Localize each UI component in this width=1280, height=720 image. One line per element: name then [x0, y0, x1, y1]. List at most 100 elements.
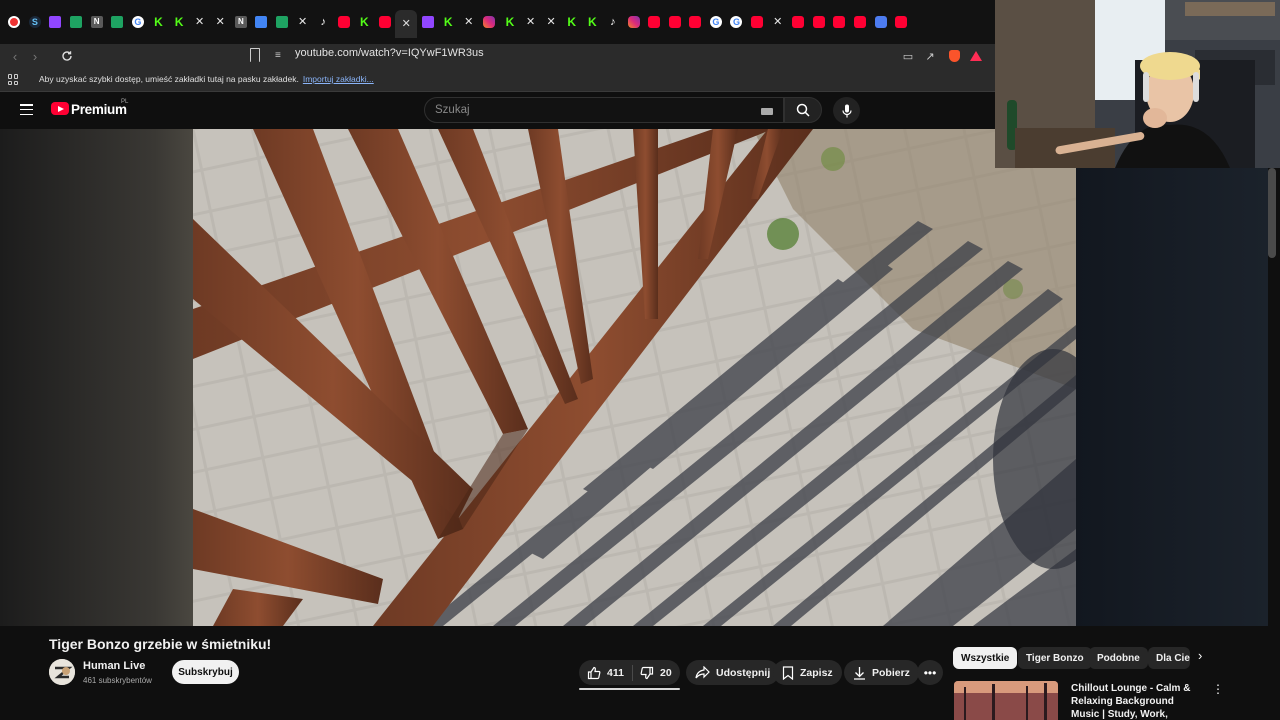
browser-tab[interactable]: ✕ — [189, 8, 210, 36]
recommendation-menu-icon[interactable]: ⋮ — [1212, 682, 1224, 696]
youtube-brand[interactable]: Premium — [71, 102, 127, 117]
browser-tab[interactable] — [850, 8, 871, 36]
browser-tab[interactable]: G — [706, 8, 727, 36]
webcam-overlay — [995, 0, 1280, 168]
bookmark-icon[interactable] — [250, 48, 260, 62]
like-button[interactable]: 411 — [579, 666, 632, 680]
download-button[interactable]: Pobierz — [844, 660, 919, 685]
browser-tab[interactable]: S — [25, 8, 46, 36]
browser-tab[interactable] — [417, 8, 438, 36]
browser-tab[interactable] — [891, 8, 912, 36]
youtube-logo-icon[interactable] — [51, 102, 69, 115]
kick-icon: K — [567, 15, 577, 29]
menu-icon[interactable] — [20, 104, 33, 115]
browser-tab[interactable]: ✕ — [767, 8, 788, 36]
browser-tab[interactable] — [870, 8, 891, 36]
recommendation-thumbnail[interactable] — [954, 681, 1058, 720]
browser-tab[interactable] — [644, 8, 665, 36]
recommendation-title[interactable]: Chillout Lounge - Calm & Relaxing Backgr… — [1071, 682, 1197, 720]
apps-grid-icon[interactable] — [8, 74, 19, 85]
browser-tab[interactable] — [809, 8, 830, 36]
forward-arrow-icon[interactable]: › — [26, 47, 44, 65]
save-button[interactable]: Zapisz — [773, 660, 842, 685]
bookmarks-prompt: Aby uzyskać szybki dostęp, umieść zakład… — [39, 74, 374, 84]
browser-tab[interactable]: K — [169, 8, 190, 36]
browser-tab[interactable]: K — [148, 8, 169, 36]
url-text[interactable]: youtube.com/watch?v=IQYwF1WR3us — [295, 47, 484, 59]
yt-icon — [751, 16, 764, 28]
chevron-right-icon[interactable]: › — [1198, 648, 1202, 663]
browser-tab[interactable] — [829, 8, 850, 36]
chip-tiger-bonzo[interactable]: Tiger Bonzo — [1018, 647, 1092, 669]
back-arrow-icon[interactable]: ‹ — [6, 47, 24, 65]
share-button[interactable]: Udostępnij — [686, 660, 780, 685]
browser-tab[interactable] — [664, 8, 685, 36]
browser-tab[interactable]: ♪ — [603, 8, 624, 36]
browser-tab[interactable]: ✕ — [292, 8, 313, 36]
browser-tab[interactable]: ✕ — [458, 8, 479, 36]
like-dislike-group: 411 20 — [579, 660, 680, 685]
browser-tab-strip: S N G K K ✕ ✕ N ✕ ♪ K ✕ K ✕ K ✕ ✕ K K ♪ G G ✕ — [0, 0, 995, 44]
browser-tab[interactable]: G — [128, 8, 149, 36]
dislike-button[interactable]: 20 — [633, 666, 672, 680]
cast-icon[interactable]: ▭ — [900, 47, 916, 65]
browser-tab[interactable]: N — [231, 8, 252, 36]
x-icon: ✕ — [215, 15, 225, 28]
browser-tab[interactable] — [272, 8, 293, 36]
chip-for-you[interactable]: Dla Ciebie — [1148, 647, 1190, 669]
browser-tab[interactable] — [334, 8, 355, 36]
browser-tab[interactable]: ✕ — [210, 8, 231, 36]
browser-tab[interactable] — [623, 8, 644, 36]
voice-search-button[interactable] — [833, 97, 860, 124]
browser-tab[interactable] — [375, 8, 396, 36]
sheet-icon — [276, 16, 289, 28]
search-input[interactable]: Szukaj — [424, 97, 784, 123]
browser-tab[interactable] — [66, 8, 87, 36]
kick-icon: K — [174, 15, 184, 29]
x-icon: ✕ — [195, 15, 205, 28]
n-icon: N — [234, 16, 247, 28]
google-icon: G — [709, 16, 722, 28]
twitch-icon — [49, 16, 62, 28]
site-info-icon[interactable]: ≡ — [275, 50, 287, 62]
browser-tab[interactable] — [788, 8, 809, 36]
browser-tab[interactable]: K — [582, 8, 603, 36]
browser-tab[interactable] — [45, 8, 66, 36]
browser-tab[interactable] — [107, 8, 128, 36]
browser-tab[interactable]: G — [726, 8, 747, 36]
page-scrollbar[interactable] — [1268, 168, 1276, 258]
brave-shield-icon[interactable] — [946, 47, 962, 65]
browser-tab[interactable]: N — [86, 8, 107, 36]
browser-tab[interactable]: K — [438, 8, 459, 36]
chip-all[interactable]: Wszystkie — [953, 647, 1018, 669]
browser-tab[interactable]: ✕ — [395, 10, 418, 38]
search-button[interactable] — [784, 97, 822, 123]
more-actions-button[interactable]: ••• — [917, 660, 943, 685]
browser-tab[interactable] — [685, 8, 706, 36]
browser-tab[interactable]: ✕ — [541, 8, 562, 36]
browser-tab[interactable]: K — [561, 8, 582, 36]
browser-tab[interactable]: K — [500, 8, 521, 36]
browser-tab[interactable] — [4, 8, 25, 36]
browser-tab[interactable] — [747, 8, 768, 36]
video-player[interactable] — [193, 129, 1076, 626]
channel-name[interactable]: Human Live — [83, 660, 145, 672]
kick-icon: K — [154, 15, 163, 29]
chip-related[interactable]: Podobne — [1089, 647, 1148, 669]
yt-icon — [812, 16, 825, 28]
import-bookmarks-link[interactable]: Importuj zakładki... — [303, 74, 374, 84]
tiktok-icon: ♪ — [610, 15, 616, 28]
share-page-icon[interactable]: ↗ — [922, 47, 938, 65]
browser-tab[interactable]: ✕ — [520, 8, 541, 36]
reload-icon[interactable] — [58, 47, 76, 65]
keyboard-icon[interactable] — [761, 108, 773, 115]
rec-icon — [8, 16, 21, 28]
download-label: Pobierz — [872, 666, 910, 679]
browser-tab[interactable]: ♪ — [313, 8, 334, 36]
browser-tab[interactable]: K — [354, 8, 375, 36]
channel-avatar[interactable] — [49, 659, 75, 685]
brave-rewards-icon[interactable] — [968, 47, 984, 65]
subscribe-button[interactable]: Subskrybuj — [172, 660, 239, 684]
browser-tab[interactable] — [479, 8, 500, 36]
browser-tab[interactable] — [251, 8, 272, 36]
